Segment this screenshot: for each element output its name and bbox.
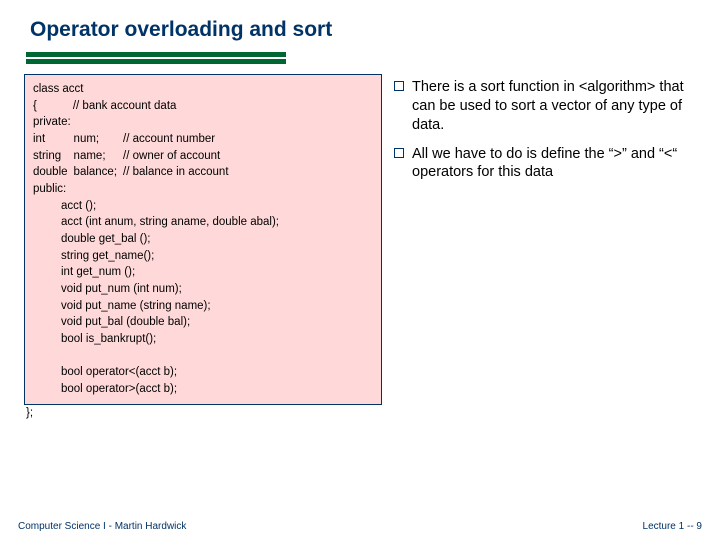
code-line: int get_num (); — [33, 264, 373, 281]
bullet-item: There is a sort function in <algorithm> … — [394, 78, 696, 135]
footer: Computer Science I - Martin Hardwick Lec… — [18, 521, 702, 532]
slide-title: Operator overloading and sort — [24, 18, 696, 42]
footer-right: Lecture 1 -- 9 — [643, 521, 702, 532]
code-line: double — [33, 164, 74, 181]
code-line: void put_bal (double bal); — [33, 314, 373, 331]
code-line: bool is_bankrupt(); — [33, 331, 373, 348]
code-line: num; — [74, 131, 123, 148]
code-line: balance; — [74, 164, 123, 181]
code-line: name; — [74, 148, 123, 165]
code-comment: // owner of account — [123, 148, 235, 165]
footer-left: Computer Science I - Martin Hardwick — [18, 521, 186, 532]
bullet-square-icon — [394, 81, 404, 91]
code-line: string get_name(); — [33, 248, 373, 265]
code-col: class acct { // bank account data privat… — [24, 74, 382, 419]
code-box: class acct { // bank account data privat… — [24, 74, 382, 405]
code-line: acct (); — [33, 198, 373, 215]
code-line: class acct — [33, 81, 373, 98]
bullet-list: There is a sort function in <algorithm> … — [394, 74, 696, 419]
code-line: bool operator>(acct b); — [33, 381, 373, 398]
code-line: void put_num (int num); — [33, 281, 373, 298]
bullet-square-icon — [394, 148, 404, 158]
code-line: string — [33, 148, 74, 165]
code-comment: // balance in account — [123, 164, 235, 181]
bullet-text: There is a sort function in <algorithm> … — [412, 78, 696, 135]
code-comment: // bank account data — [43, 98, 183, 115]
code-comment: // account number — [123, 131, 235, 148]
code-line: int — [33, 131, 74, 148]
title-rule — [26, 52, 286, 66]
content-row: class acct { // bank account data privat… — [24, 74, 696, 419]
code-line: double get_bal (); — [33, 231, 373, 248]
code-line: void put_name (string name); — [33, 298, 373, 315]
code-line: acct (int anum, string aname, double aba… — [33, 214, 373, 231]
code-line: { — [33, 98, 43, 115]
code-line: private: — [33, 114, 373, 131]
code-line — [33, 348, 373, 365]
code-line: }; — [26, 407, 382, 419]
code-line: bool operator<(acct b); — [33, 364, 373, 381]
bullet-text: All we have to do is define the “>” and … — [412, 145, 696, 183]
bullet-item: All we have to do is define the “>” and … — [394, 145, 696, 183]
slide: Operator overloading and sort class acct… — [0, 0, 720, 540]
code-line: public: — [33, 181, 373, 198]
